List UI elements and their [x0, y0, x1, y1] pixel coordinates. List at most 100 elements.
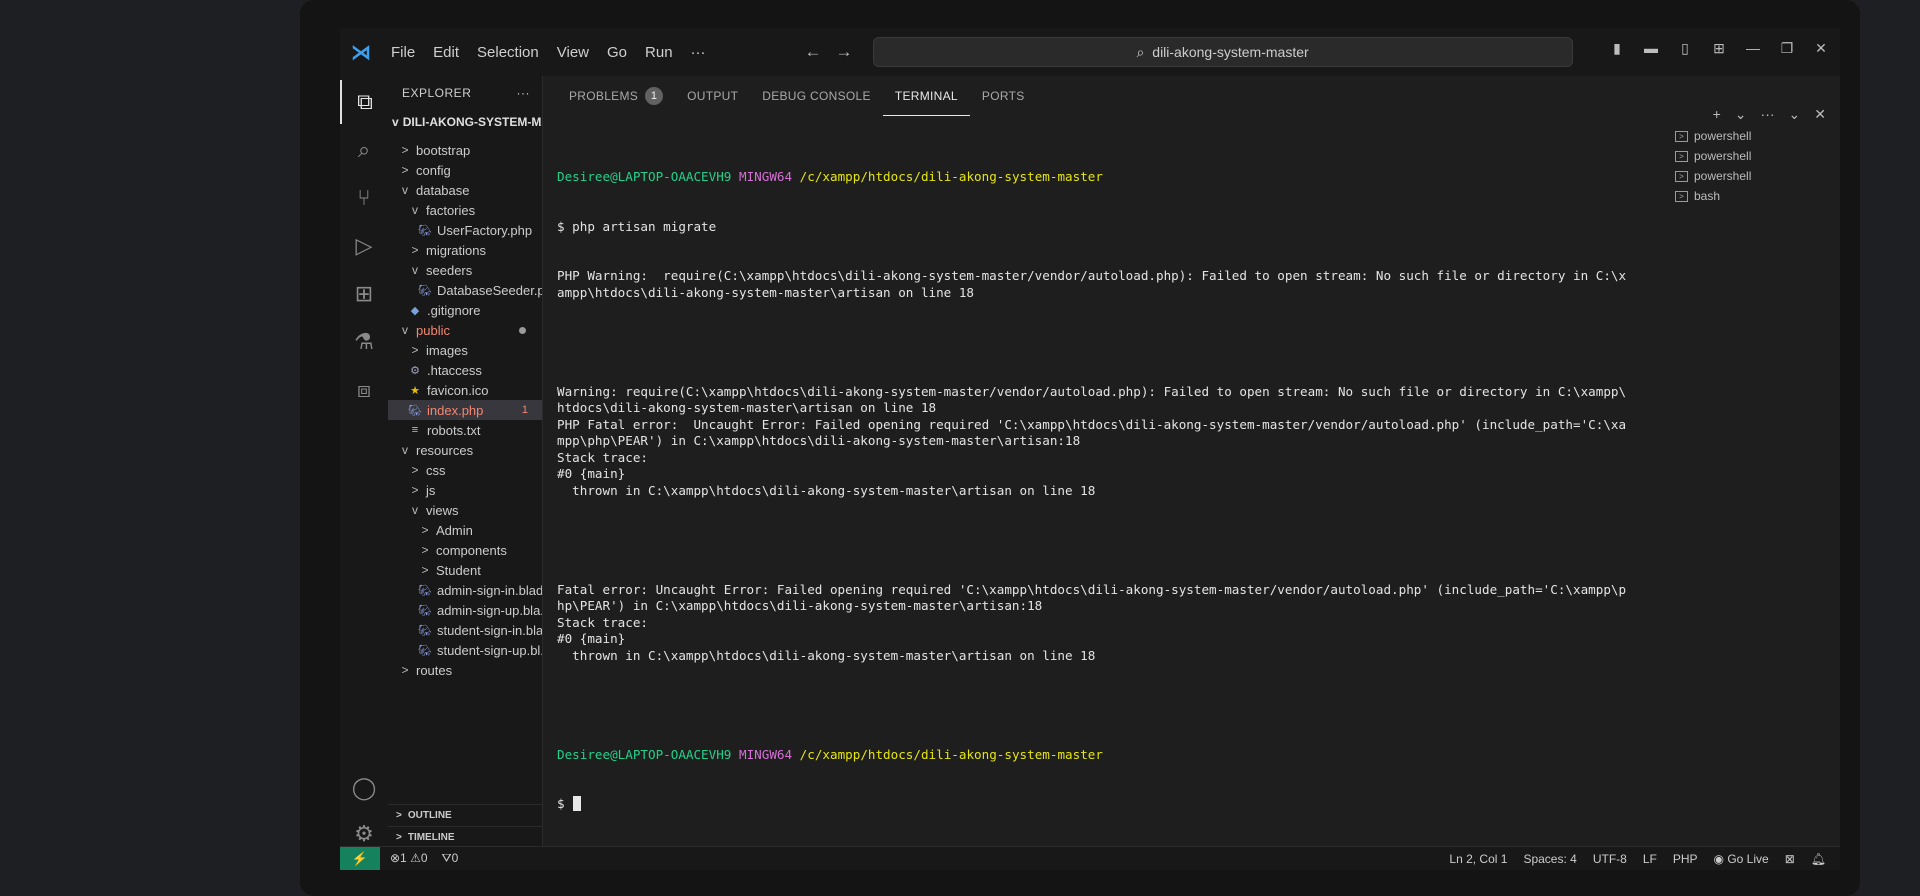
- tree-item-label: views: [426, 502, 459, 518]
- folder-item[interactable]: > routes: [388, 660, 542, 680]
- tab-count-badge: 1: [645, 87, 664, 105]
- terminal-dropdown-icon[interactable]: ⌄: [1735, 106, 1747, 123]
- workspace-root[interactable]: v DILI-AKONG-SYSTEM-MA...: [388, 110, 542, 134]
- explorer-header: EXPLORER ···: [388, 76, 542, 110]
- line-endings[interactable]: LF: [1643, 852, 1657, 866]
- file-item[interactable]: 🐘︎ admin-sign-up.bla...: [388, 600, 542, 620]
- source-control-icon[interactable]: ⑂: [340, 176, 388, 220]
- file-item[interactable]: 🐘︎ admin-sign-in.blad...: [388, 580, 542, 600]
- notifications-bell-icon[interactable]: 🔔︎: [1811, 852, 1826, 866]
- customize-layout-icon[interactable]: ⊞: [1710, 40, 1728, 57]
- file-item[interactable]: 🐘︎ student-sign-up.bl...: [388, 640, 542, 660]
- maximize-icon[interactable]: ❐: [1778, 40, 1796, 57]
- timeline-label: TIMELINE: [407, 832, 455, 843]
- tree-item-label: Admin: [436, 522, 473, 538]
- folder-item[interactable]: > Admin: [388, 520, 542, 540]
- file-item[interactable]: 🐘︎ index.php 1: [388, 400, 542, 420]
- terminal-instance-powershell[interactable]: > powershell: [1675, 126, 1835, 146]
- explorer-more-button[interactable]: ···: [517, 86, 531, 100]
- bottom-panel: PROBLEMS 1 OUTPUT DEBUG CONSOLE TERMINAL PORT…: [543, 76, 1840, 846]
- remote-indicator[interactable]: ⚡: [340, 846, 380, 870]
- tab-output[interactable]: OUTPUT: [675, 76, 750, 116]
- search-view-icon[interactable]: ⌕: [340, 128, 388, 172]
- folder-item[interactable]: v factories: [388, 200, 542, 220]
- cursor-position[interactable]: Ln 2, Col 1: [1449, 852, 1507, 866]
- go-live-button[interactable]: ◉ Go Live: [1714, 852, 1769, 866]
- menu-item-go[interactable]: Go: [598, 44, 636, 61]
- toggle-panel-icon[interactable]: ▬: [1642, 40, 1660, 57]
- folder-item[interactable]: > migrations: [388, 240, 542, 260]
- folder-item[interactable]: v public: [388, 320, 542, 340]
- command-center-search[interactable]: ⌕ dili-akong-system-master: [872, 37, 1573, 67]
- explorer-icon[interactable]: ⧉: [340, 80, 388, 124]
- close-window-icon[interactable]: ✕: [1812, 40, 1830, 57]
- problems-status[interactable]: ⊗1 ⚠0: [390, 851, 428, 866]
- terminal-line: thrown in C:\xampp\htdocs\dili-akong-sys…: [557, 482, 1096, 498]
- outline-section[interactable]: > OUTLINE: [388, 804, 542, 826]
- menu-item-selection[interactable]: Selection: [468, 44, 548, 61]
- folder-item[interactable]: v seeders: [388, 260, 542, 280]
- terminal-line: Stack trace:: [557, 449, 648, 465]
- chevron-down-icon: v: [412, 263, 418, 277]
- folder-item[interactable]: v database: [388, 180, 542, 200]
- folder-item[interactable]: v resources: [388, 440, 542, 460]
- terminal-instance-powershell[interactable]: > powershell: [1675, 146, 1835, 166]
- terminal-instance-powershell[interactable]: > powershell: [1675, 166, 1835, 186]
- folder-item[interactable]: > images: [388, 340, 542, 360]
- file-item[interactable]: ⚙ .htaccess: [388, 360, 542, 380]
- tab-debug-console[interactable]: DEBUG CONSOLE: [750, 76, 883, 116]
- menu-item-view[interactable]: View: [548, 44, 598, 61]
- terminal-instance-bash[interactable]: > bash: [1675, 186, 1835, 206]
- minimize-icon[interactable]: —: [1744, 40, 1762, 57]
- indentation[interactable]: Spaces: 4: [1523, 852, 1576, 866]
- toggle-sidebar-icon[interactable]: ▮: [1608, 40, 1626, 57]
- folder-item[interactable]: > Student: [388, 560, 542, 580]
- file-item[interactable]: ◆ .gitignore: [388, 300, 542, 320]
- modified-dot-icon: [519, 326, 526, 334]
- maximize-panel-icon[interactable]: ⌄: [1789, 106, 1801, 123]
- extensions-icon[interactable]: ⊞: [340, 272, 388, 316]
- encoding[interactable]: UTF-8: [1593, 852, 1627, 866]
- tree-item-label: components: [436, 542, 507, 558]
- file-item[interactable]: ★ favicon.ico: [388, 380, 542, 400]
- remote-explorer-icon[interactable]: ⧈: [340, 368, 388, 412]
- folder-item[interactable]: > components: [388, 540, 542, 560]
- accounts-icon[interactable]: ⊠: [1785, 852, 1795, 866]
- menu-item-run[interactable]: Run: [636, 44, 682, 61]
- testing-icon[interactable]: ⚗: [340, 320, 388, 364]
- close-panel-icon[interactable]: ✕: [1814, 106, 1826, 123]
- back-arrow-icon[interactable]: ←: [805, 42, 822, 62]
- tree-item-label: images: [426, 342, 468, 358]
- folder-item[interactable]: > config: [388, 160, 542, 180]
- tree-item-label: favicon.ico: [427, 382, 489, 398]
- folder-item[interactable]: > bootstrap: [388, 140, 542, 160]
- folder-item[interactable]: > js: [388, 480, 542, 500]
- account-icon[interactable]: ◯: [340, 766, 388, 810]
- folder-item[interactable]: v views: [388, 500, 542, 520]
- chevron-down-icon: v: [402, 323, 408, 337]
- menu-item-edit[interactable]: Edit: [424, 44, 468, 61]
- php-file-icon: 🐘︎: [418, 584, 432, 597]
- forward-arrow-icon[interactable]: →: [836, 42, 853, 62]
- language-mode[interactable]: PHP: [1673, 852, 1698, 866]
- terminal-input-line[interactable]: $: [557, 796, 1667, 813]
- menu-item-more[interactable]: ···: [682, 44, 715, 61]
- terminal-output[interactable]: Desiree@LAPTOP-OAACEVH9 MINGW64 /c/xampp…: [557, 136, 1667, 836]
- toggle-secondary-sidebar-icon[interactable]: ▯: [1676, 40, 1694, 57]
- menu-item-file[interactable]: File: [382, 44, 424, 61]
- ports-status[interactable]: ⛛0: [442, 851, 459, 866]
- php-file-icon: 🐘︎: [408, 404, 422, 417]
- tree-item-label: config: [416, 162, 451, 178]
- folder-item[interactable]: > css: [388, 460, 542, 480]
- tab-terminal[interactable]: TERMINAL: [882, 76, 970, 116]
- file-item[interactable]: ≡ robots.txt: [388, 420, 542, 440]
- tab-problems[interactable]: PROBLEMS 1: [557, 76, 675, 116]
- file-item[interactable]: 🐘︎ DatabaseSeeder.php: [388, 280, 542, 300]
- tab-ports[interactable]: PORTS: [970, 76, 1037, 116]
- file-item[interactable]: 🐘︎ UserFactory.php: [388, 220, 542, 240]
- timeline-section[interactable]: > TIMELINE: [388, 826, 542, 846]
- run-debug-icon[interactable]: ▷: [340, 224, 388, 268]
- more-actions-icon[interactable]: ···: [1761, 106, 1775, 123]
- file-item[interactable]: 🐘︎ student-sign-in.bla...: [388, 620, 542, 640]
- new-terminal-icon[interactable]: +: [1713, 106, 1721, 123]
